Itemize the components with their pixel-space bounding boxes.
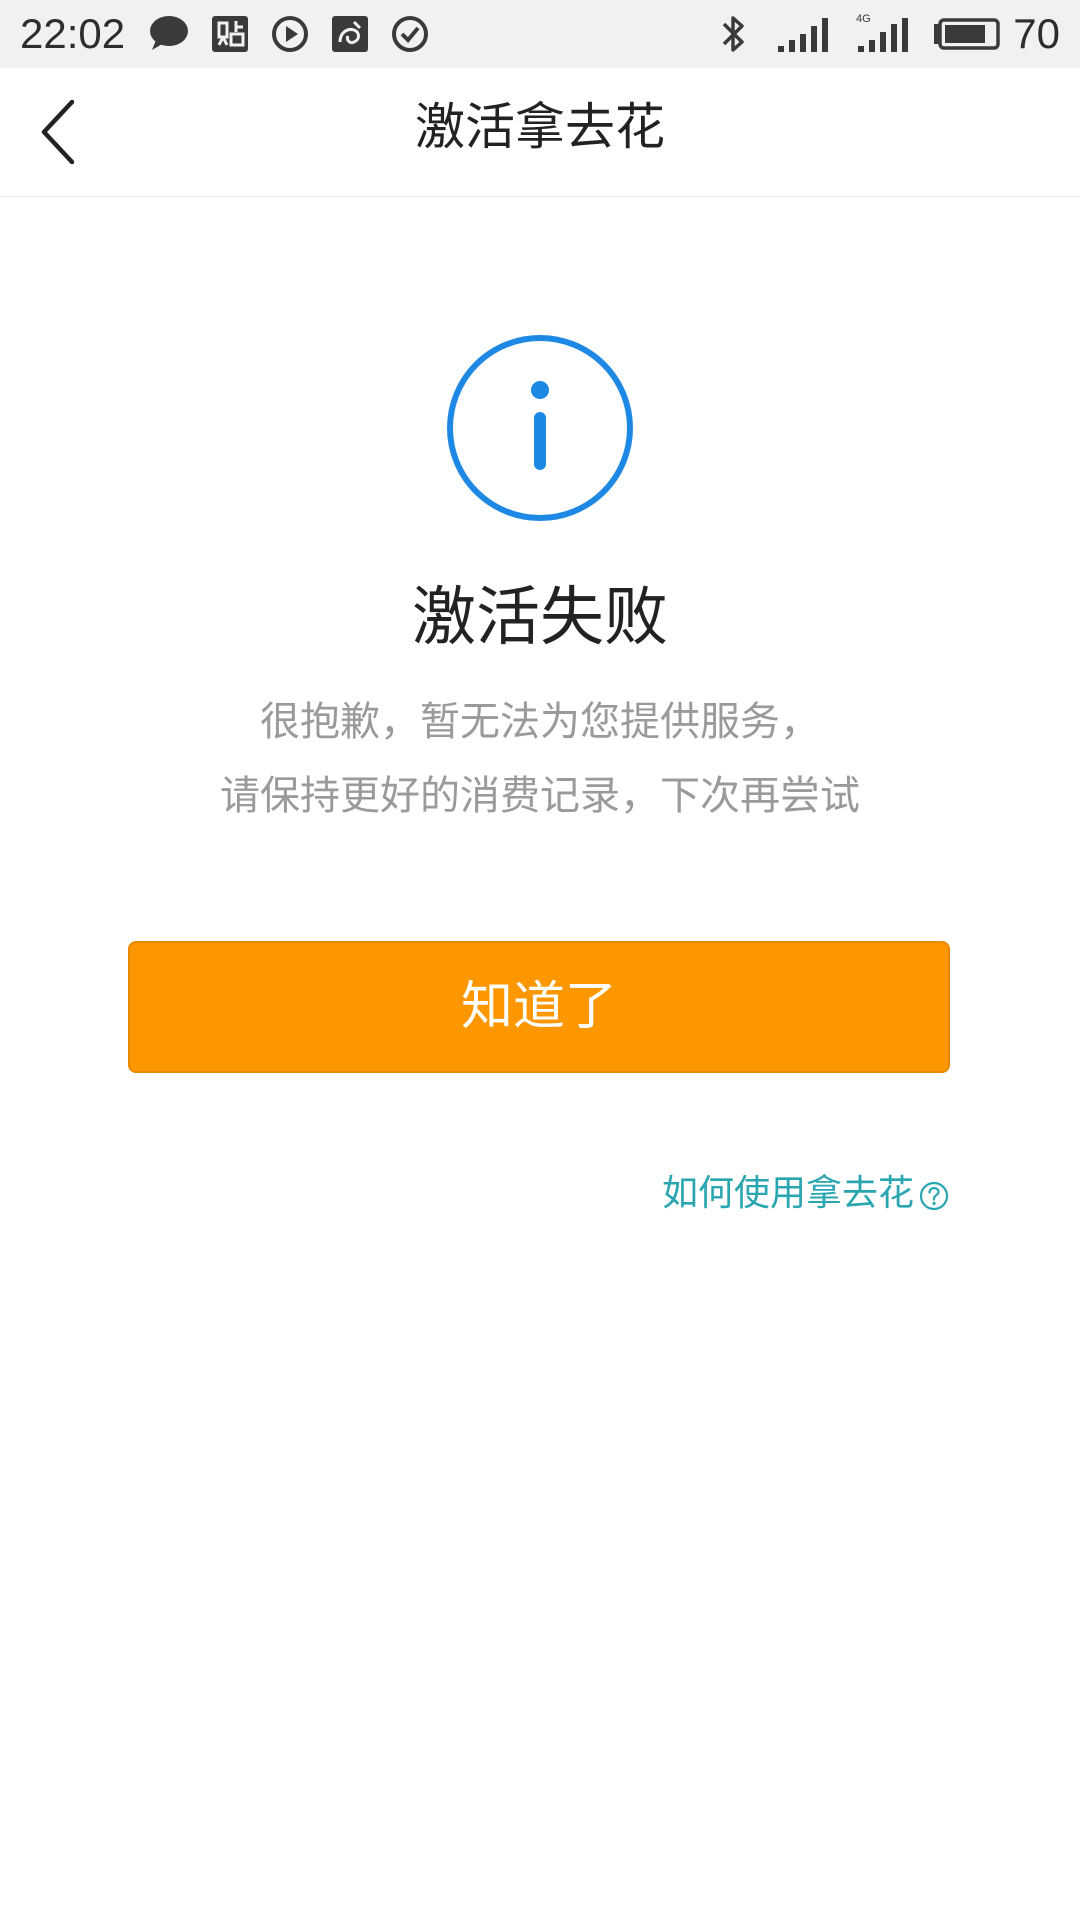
tieba-icon [212,16,248,52]
bluetooth-icon [722,16,744,52]
check-circle-icon [392,16,428,52]
page-title: 激活拿去花 [415,98,665,156]
battery-icon [934,18,1000,50]
help-link-label: 如何使用拿去花 [661,1173,914,1214]
play-icon [272,16,308,52]
uc-browser-icon [332,16,368,52]
chevron-left-icon[interactable] [32,94,88,170]
network-label: 4G [856,13,871,25]
question-circle-icon [919,1181,949,1211]
signal-icon [778,18,828,52]
result-message-line1: 很抱歉，暂无法为您提供服务， [260,699,820,745]
info-circle-icon [447,335,633,521]
nav-bar: 激活拿去花 [0,68,1080,197]
help-link[interactable]: 如何使用拿去花 [662,1168,950,1220]
result-title: 激活失败 [412,581,668,655]
confirm-button[interactable]: 知道了 [128,941,950,1073]
status-bar: 22:02 4G 70 [0,0,1080,68]
result-message-line2: 请保持更好的消费记录，下次再尝试 [220,773,860,819]
message-icon [150,16,188,50]
battery-level: 70 [1013,10,1060,57]
status-time: 22:02 [20,10,126,57]
signal-4g-icon: 4G [856,13,908,52]
